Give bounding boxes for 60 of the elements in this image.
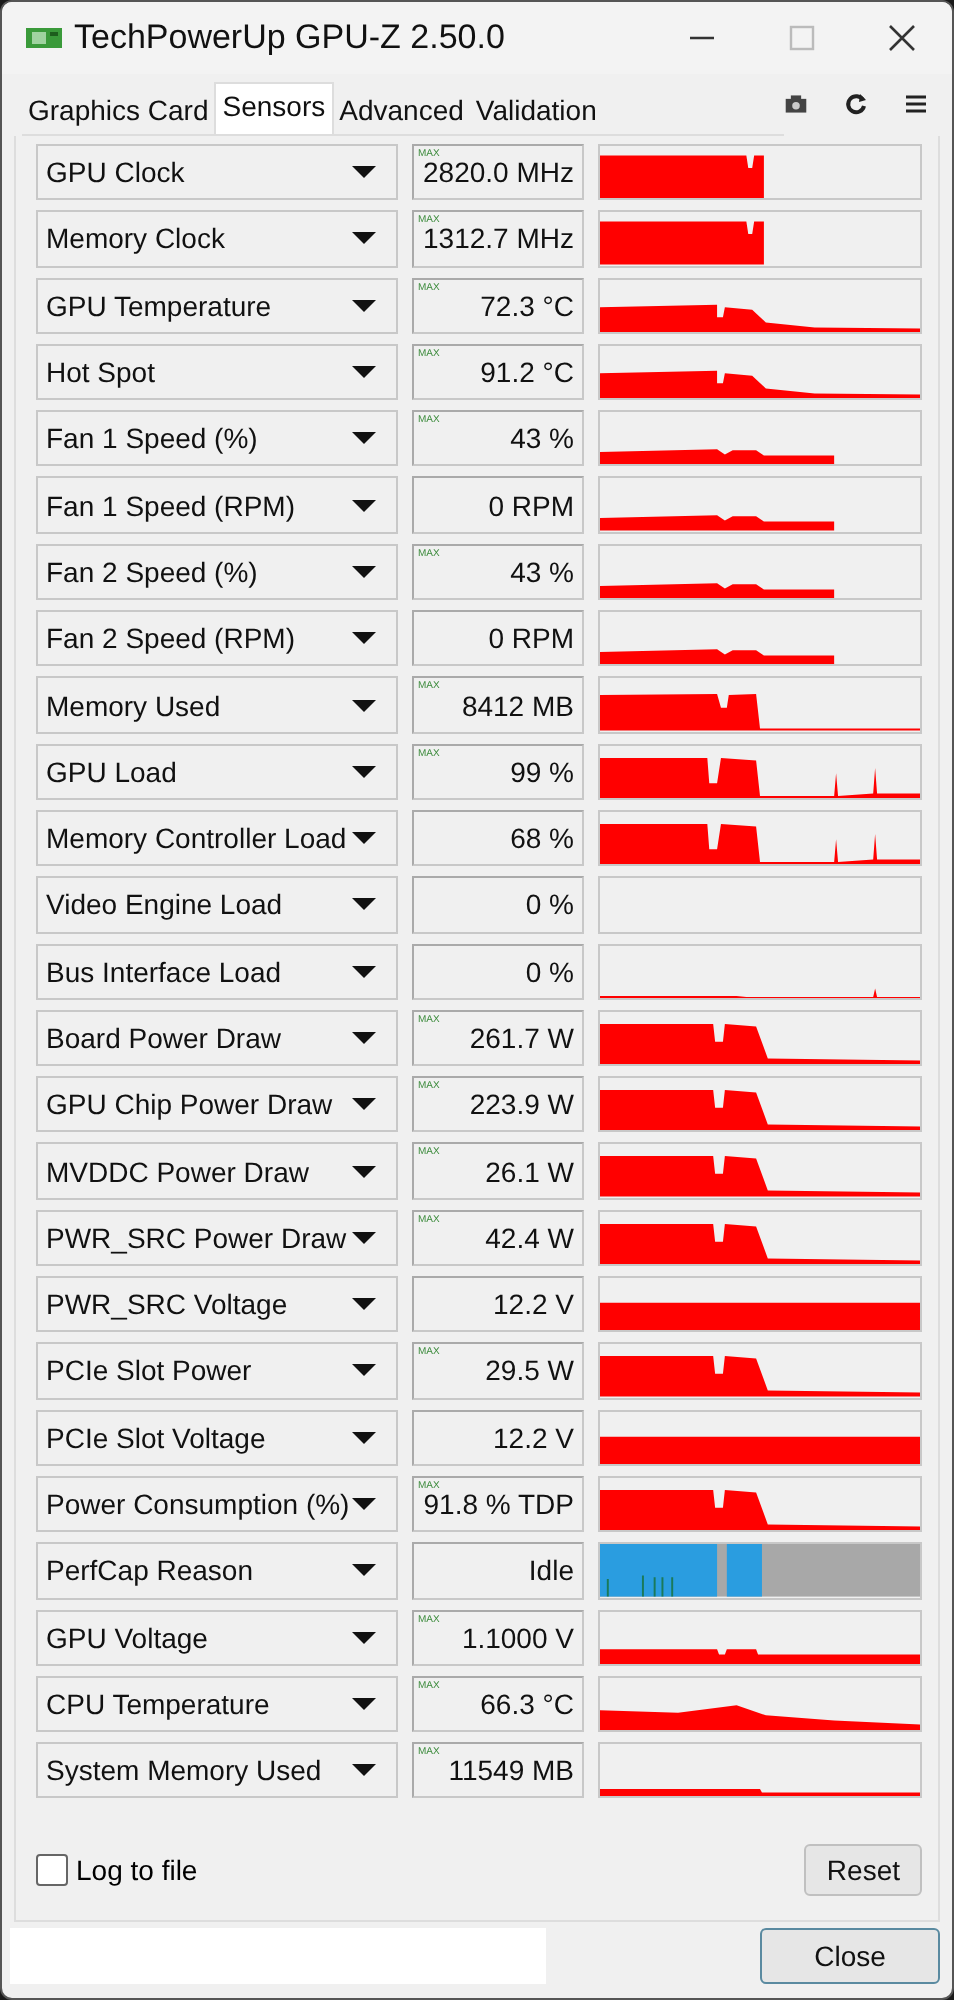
- value-text: 261.7 W: [469, 1022, 574, 1054]
- sensor-dropdown[interactable]: Fan 1 Speed (RPM): [36, 476, 398, 534]
- value-text: 99 %: [510, 755, 574, 788]
- value-text: 2820.0 MHz: [423, 156, 574, 189]
- camera-icon[interactable]: [784, 92, 808, 116]
- value-text: 1312.7 MHz: [423, 222, 574, 255]
- value-text: 0 %: [525, 888, 574, 921]
- value-text: 72.3 °C: [480, 289, 574, 322]
- refresh-icon[interactable]: [844, 92, 868, 116]
- sensor-dropdown[interactable]: Board Power Draw: [36, 1009, 398, 1067]
- sensor-dropdown[interactable]: GPU Load: [36, 743, 398, 800]
- value-text: 12.2 V: [493, 1288, 574, 1321]
- sensor-dropdown[interactable]: GPU Chip Power Draw: [36, 1076, 398, 1133]
- window-title: TechPowerUp GPU-Z 2.50.0: [74, 18, 507, 58]
- value-text: Idle: [528, 1554, 574, 1587]
- value-text: 12.2 V: [493, 1421, 574, 1454]
- sensor-dropdown[interactable]: System Memory Used: [36, 1742, 398, 1799]
- menu-icon[interactable]: [904, 92, 928, 116]
- checkbox-label: Log to file: [76, 1854, 198, 1886]
- value-text: 43 %: [510, 422, 574, 455]
- value-text: 1.1000 V: [461, 1621, 574, 1654]
- sensor-dropdown[interactable]: GPU Voltage: [36, 1609, 398, 1666]
- value-text: 26.1 W: [485, 1155, 574, 1188]
- sensor-dropdown[interactable]: PerfCap Reason: [36, 1542, 398, 1600]
- sensor-dropdown[interactable]: Memory Controller Load: [36, 809, 398, 867]
- value-text: 43 %: [510, 555, 574, 588]
- value-text: 0 RPM: [488, 489, 574, 522]
- sensor-dropdown[interactable]: CPU Temperature: [36, 1675, 398, 1733]
- value-text: 8412 MB: [461, 689, 574, 722]
- sensor-dropdown[interactable]: MVDDC Power Draw: [36, 1142, 398, 1200]
- sensor-dropdown[interactable]: Power Consumption (%): [36, 1475, 398, 1533]
- value-text: 11549 MB: [448, 1754, 574, 1787]
- sensor-dropdown[interactable]: GPU Temperature: [36, 277, 398, 334]
- sensor-dropdown[interactable]: PCIe Slot Power: [36, 1342, 398, 1400]
- sensor-dropdown[interactable]: Bus Interface Load: [36, 943, 398, 1000]
- sensor-dropdown[interactable]: Video Engine Load: [36, 876, 398, 934]
- sensor-dropdown[interactable]: PWR_SRC Power Draw: [36, 1209, 398, 1267]
- sensor-dropdown[interactable]: Fan 1 Speed (%): [36, 410, 398, 467]
- sensor-dropdown[interactable]: PCIe Slot Voltage: [36, 1409, 398, 1466]
- value-text: 29.5 W: [485, 1354, 574, 1387]
- value-text: 0 %: [525, 955, 574, 988]
- value-text: 68 %: [510, 822, 574, 855]
- log-checkbox[interactable]: [36, 1854, 68, 1886]
- sensor-dropdown[interactable]: Fan 2 Speed (%): [36, 543, 398, 601]
- value-text: 0 RPM: [488, 622, 574, 655]
- sensor-dropdown[interactable]: Fan 2 Speed (RPM): [36, 610, 398, 667]
- sensor-dropdown[interactable]: PWR_SRC Voltage: [36, 1276, 398, 1333]
- reset-button[interactable]: Reset: [804, 1844, 922, 1896]
- sensor-dropdown[interactable]: Hot Spot: [36, 343, 398, 401]
- close-button[interactable]: Close: [760, 1928, 940, 1984]
- value-text: 223.9 W: [469, 1088, 574, 1121]
- value-text: 66.3 °C: [480, 1687, 574, 1720]
- graphics-card-icon: [26, 24, 62, 52]
- sensor-dropdown[interactable]: GPU Clock: [36, 144, 398, 201]
- sensor-dropdown[interactable]: Memory Clock: [36, 210, 398, 268]
- tab[interactable]: Sensors: [214, 82, 334, 134]
- value-text: 42.4 W: [485, 1221, 574, 1254]
- value-text: 91.2 °C: [480, 356, 574, 389]
- value-text: 91.8 % TDP: [423, 1488, 574, 1521]
- sensor-dropdown[interactable]: Memory Used: [36, 676, 398, 734]
